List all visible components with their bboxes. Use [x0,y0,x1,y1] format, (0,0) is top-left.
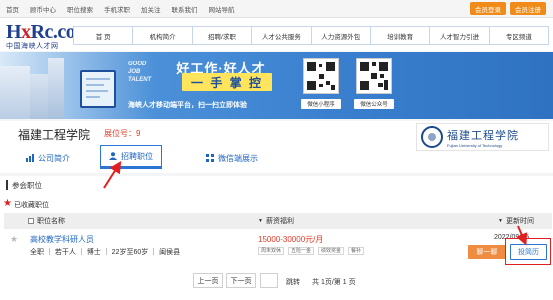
annotation-arrows [103,160,528,246]
